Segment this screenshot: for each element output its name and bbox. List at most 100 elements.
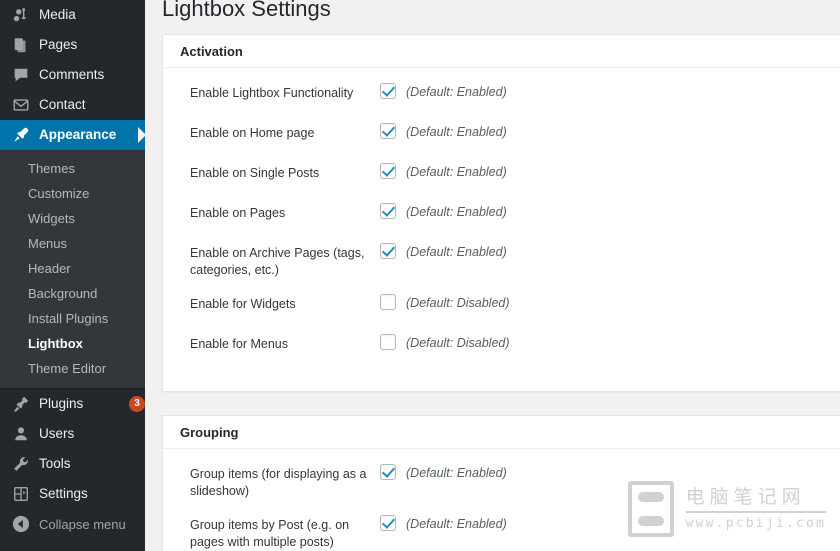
setting-label: Enable Lightbox Functionality [190, 86, 354, 100]
setting-default-hint: (Default: Enabled) [406, 205, 507, 219]
admin-sidebar: Media Pages Comments Contact Appearance Them… [0, 0, 145, 551]
setting-default-hint: (Default: Enabled) [406, 466, 507, 480]
setting-row: Enable on Pages (Default: Enabled) [163, 202, 840, 228]
setting-default-hint: (Default: Enabled) [406, 245, 507, 259]
checkbox-checked[interactable] [380, 515, 396, 531]
sidebar-item-label: Plugins [39, 396, 84, 412]
setting-label: Enable on Pages [190, 206, 286, 220]
tools-icon [11, 454, 31, 474]
setting-default-hint: (Default: Disabled) [406, 336, 510, 350]
panel-activation: Activation Enable Lightbox Functionality… [162, 34, 840, 392]
page-title: Lightbox Settings [162, 0, 331, 21]
settings-icon [11, 484, 31, 504]
checkbox-checked[interactable] [380, 123, 396, 139]
plugins-icon [11, 394, 31, 414]
checkbox-unchecked[interactable] [380, 294, 396, 310]
sidebar-item-plugins[interactable]: Plugins 3 [0, 389, 145, 419]
setting-label: Enable for Menus [190, 337, 288, 351]
setting-row: Enable on Home page (Default: Enabled) [163, 122, 840, 148]
setting-control: (Default: Disabled) [380, 293, 510, 312]
sidebar-item-media[interactable]: Media [0, 0, 145, 30]
setting-label: Enable on Single Posts [190, 166, 320, 180]
setting-default-hint: (Default: Enabled) [406, 165, 507, 179]
setting-row: Enable Lightbox Functionality (Default: E… [163, 82, 840, 108]
setting-row: Enable on Single Posts (Default: Enabled) [163, 162, 840, 188]
sidebar-item-appearance[interactable]: Appearance [0, 120, 145, 150]
submenu-item-theme-editor[interactable]: Theme Editor [0, 356, 145, 381]
checkbox-checked[interactable] [380, 203, 396, 219]
grouping-settings-list: Group items (for displaying as a slidesh… [163, 449, 840, 551]
setting-control: (Default: Enabled) [380, 242, 507, 261]
setting-label: Group items (for displaying as a slidesh… [190, 467, 367, 498]
submenu-item-lightbox[interactable]: Lightbox [0, 331, 145, 356]
sidebar-item-label: Settings [39, 486, 88, 502]
checkbox-checked[interactable] [380, 163, 396, 179]
panel-grouping: Grouping Group items (for displaying as … [162, 415, 840, 551]
update-count-badge: 3 [129, 396, 145, 412]
setting-default-hint: (Default: Enabled) [406, 85, 507, 99]
submenu-item-menus[interactable]: Menus [0, 231, 145, 256]
sidebar-item-label: Appearance [39, 127, 117, 143]
setting-control: (Default: Enabled) [380, 162, 507, 181]
setting-default-hint: (Default: Enabled) [406, 125, 507, 139]
collapse-menu-label: Collapse menu [39, 516, 126, 532]
sidebar-item-label: Pages [39, 37, 78, 53]
content-area: Lightbox Settings Activation Enable Ligh… [145, 0, 840, 551]
checkbox-checked[interactable] [380, 464, 396, 480]
panel-header: Activation [163, 35, 840, 68]
activation-settings-list: Enable Lightbox Functionality (Default: E… [163, 68, 840, 359]
submenu-item-customize[interactable]: Customize [0, 181, 145, 206]
sidebar-item-label: Tools [39, 456, 71, 472]
setting-control: (Default: Enabled) [380, 514, 507, 533]
sidebar-item-pages[interactable]: Pages [0, 30, 145, 60]
collapse-menu-button[interactable]: Collapse menu [0, 509, 145, 539]
sidebar-item-label: Comments [39, 67, 105, 83]
appearance-submenu: Themes Customize Widgets Menus Header Backgro… [0, 150, 145, 388]
setting-control: (Default: Enabled) [380, 463, 507, 482]
submenu-item-install-plugins[interactable]: Install Plugins [0, 306, 145, 331]
sidebar-item-contact[interactable]: Contact [0, 90, 145, 120]
setting-default-hint: (Default: Disabled) [406, 296, 510, 310]
checkbox-checked[interactable] [380, 243, 396, 259]
setting-label: Enable for Widgets [190, 297, 296, 311]
setting-row: Enable for Widgets (Default: Disabled) [163, 293, 840, 319]
collapse-arrow-icon [11, 514, 31, 534]
sidebar-item-label: Users [39, 426, 75, 442]
setting-label: Enable on Archive Pages (tags, categorie… [190, 246, 365, 277]
submenu-item-widgets[interactable]: Widgets [0, 206, 145, 231]
setting-control: (Default: Disabled) [380, 333, 510, 352]
sidebar-bottom-menu: Plugins 3 Users Tools Settings [0, 389, 145, 509]
contact-icon [11, 95, 31, 115]
setting-control: (Default: Enabled) [380, 122, 507, 141]
panel-title: Activation [180, 43, 243, 59]
sidebar-item-label: Media [39, 7, 76, 23]
setting-row: Group items by Post (e.g. on pages with … [163, 514, 840, 551]
sidebar-item-users[interactable]: Users [0, 419, 145, 449]
setting-row: Group items (for displaying as a slidesh… [163, 463, 840, 500]
panel-title: Grouping [180, 424, 239, 440]
sidebar-item-comments[interactable]: Comments [0, 60, 145, 90]
setting-control: (Default: Enabled) [380, 202, 507, 221]
submenu-item-themes[interactable]: Themes [0, 156, 145, 181]
setting-row: Enable for Menus (Default: Disabled) [163, 333, 840, 359]
wordpress-admin-screen: Media Pages Comments Contact Appearance Them… [0, 0, 840, 551]
sidebar-top-menu: Media Pages Comments Contact Appearance [0, 0, 145, 150]
submenu-item-background[interactable]: Background [0, 281, 145, 306]
comments-icon [11, 65, 31, 85]
media-icon [11, 5, 31, 25]
setting-default-hint: (Default: Enabled) [406, 517, 507, 531]
checkbox-unchecked[interactable] [380, 334, 396, 350]
panel-header: Grouping [163, 416, 840, 449]
setting-control: (Default: Enabled) [380, 82, 507, 101]
setting-row: Enable on Archive Pages (tags, categorie… [163, 242, 840, 279]
sidebar-item-settings[interactable]: Settings [0, 479, 145, 509]
setting-label: Group items by Post (e.g. on pages with … [190, 518, 350, 549]
pages-icon [11, 35, 31, 55]
submenu-item-header[interactable]: Header [0, 256, 145, 281]
sidebar-item-tools[interactable]: Tools [0, 449, 145, 479]
appearance-icon [11, 125, 31, 145]
users-icon [11, 424, 31, 444]
sidebar-item-label: Contact [39, 97, 86, 113]
checkbox-checked[interactable] [380, 83, 396, 99]
setting-label: Enable on Home page [190, 126, 315, 140]
